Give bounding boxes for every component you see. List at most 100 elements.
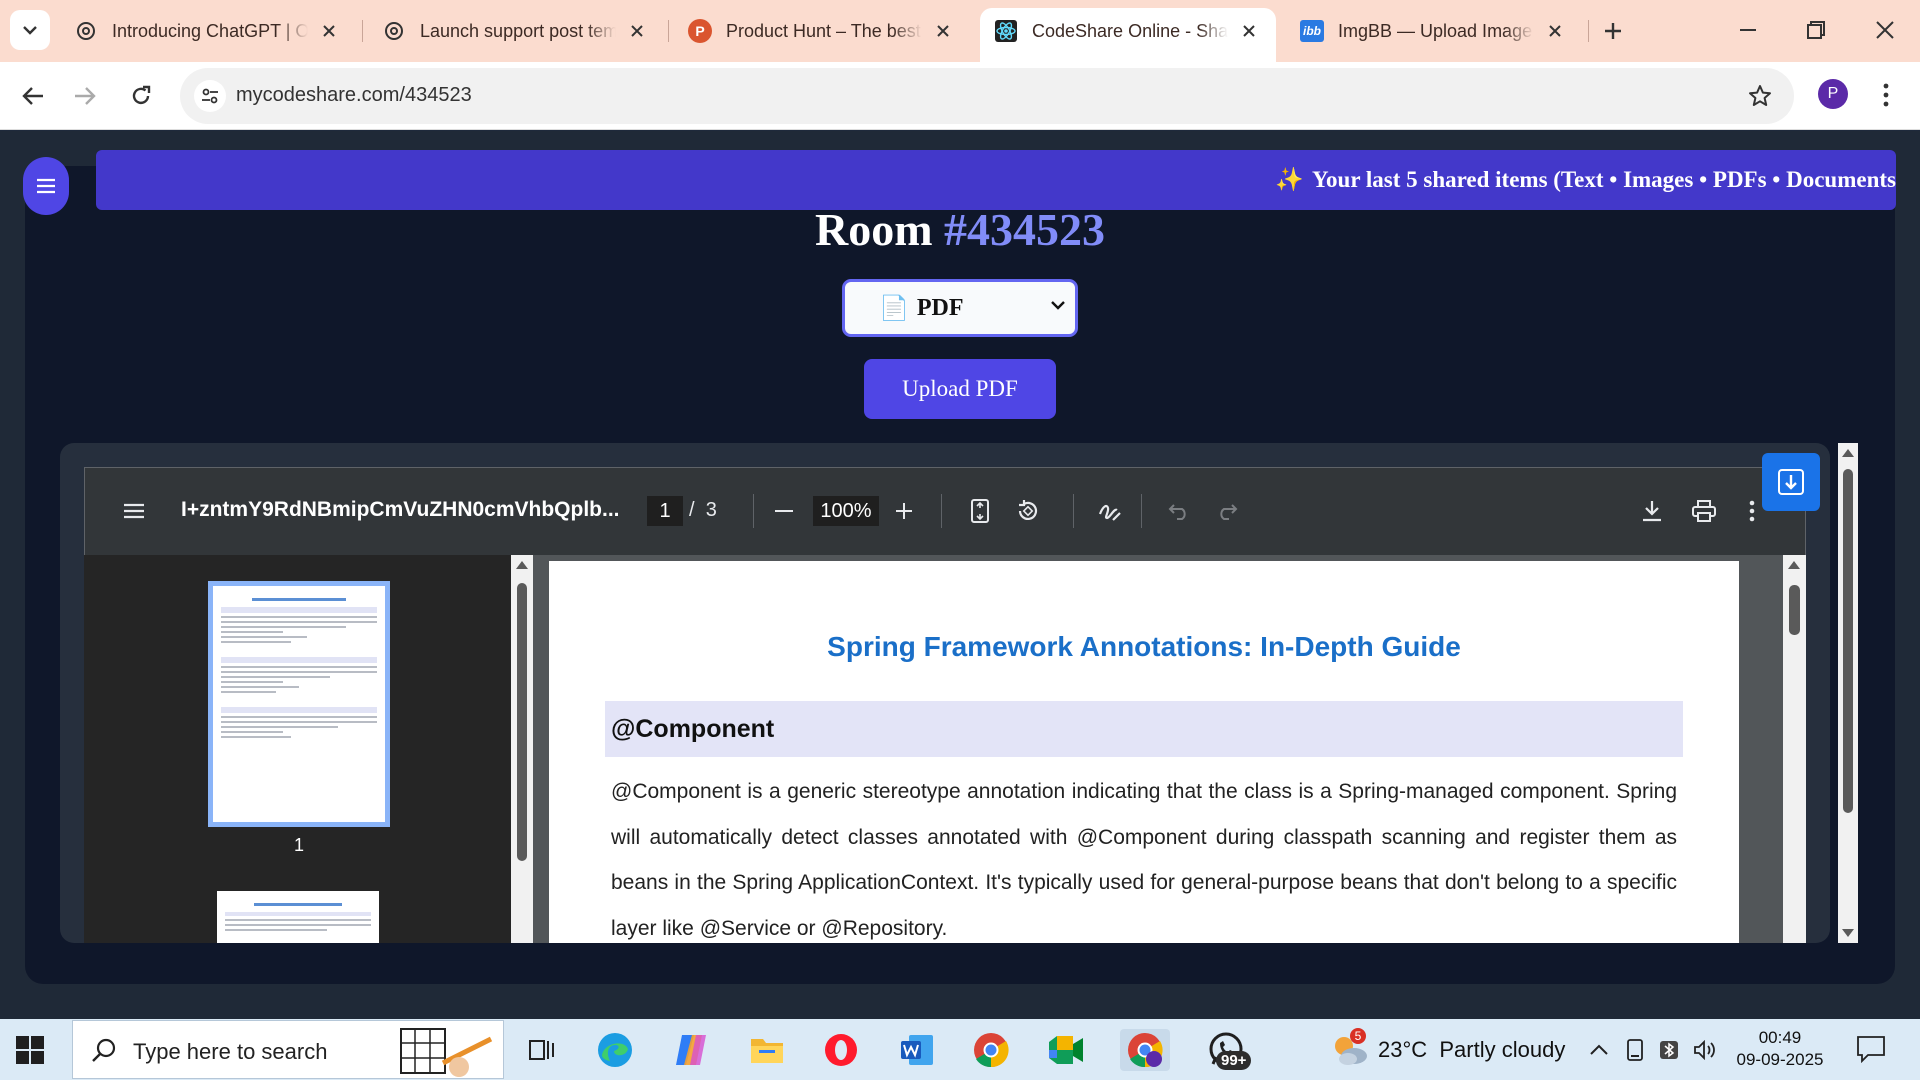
zoom-input[interactable]: 100% <box>813 496 879 526</box>
meet-app[interactable] <box>1045 1029 1087 1071</box>
windows-logo-icon <box>16 1036 44 1064</box>
scrollbar-thumb[interactable] <box>517 583 527 861</box>
tray-overflow-button[interactable] <box>1586 1037 1612 1063</box>
pdf-sidebar-toggle[interactable] <box>119 496 149 526</box>
profile-avatar[interactable]: P <box>1818 79 1848 109</box>
sidebar-scrollbar[interactable] <box>511 555 533 943</box>
browser-menu-button[interactable] <box>1876 78 1896 112</box>
edge-app[interactable] <box>594 1029 636 1071</box>
address-bar[interactable]: mycodeshare.com/434523 <box>180 68 1794 124</box>
fit-page-button[interactable] <box>967 496 993 526</box>
weather-alert-badge: 5 <box>1350 1028 1366 1044</box>
rotate-button[interactable] <box>1013 496 1043 526</box>
redo-button[interactable] <box>1213 496 1241 526</box>
chrome-app[interactable] <box>970 1029 1012 1071</box>
back-button[interactable] <box>14 77 52 115</box>
section-heading-text: @Component <box>611 715 775 743</box>
upload-pdf-button[interactable]: Upload PDF <box>864 359 1056 419</box>
page-scrollbar[interactable] <box>1783 555 1806 943</box>
annotate-button[interactable] <box>1095 496 1125 526</box>
notification-center-button[interactable] <box>1856 1035 1886 1064</box>
tab-imgbb[interactable]: ibb ImgBB — Upload Image <box>1286 8 1582 54</box>
close-window-button[interactable] <box>1862 10 1908 50</box>
system-clock[interactable]: 00:49 09-09-2025 <box>1736 1027 1824 1071</box>
print-button[interactable] <box>1689 496 1719 526</box>
hamburger-icon <box>37 178 55 194</box>
minus-icon <box>775 510 793 512</box>
tab-codeshare[interactable]: CodeShare Online - Share code <box>980 8 1276 62</box>
undo-button[interactable] <box>1165 496 1193 526</box>
pdf-more-button[interactable] <box>1745 496 1759 526</box>
close-icon[interactable] <box>318 20 340 42</box>
page-thumbnail-2[interactable] <box>217 891 379 943</box>
minimize-button[interactable] <box>1725 10 1771 50</box>
pdf-download-button[interactable] <box>1637 496 1667 526</box>
undo-icon <box>1168 504 1186 520</box>
bookmark-star-icon[interactable] <box>1746 82 1774 110</box>
section-heading: @Component <box>605 701 1683 757</box>
room-number: #434523 <box>944 204 1106 255</box>
scroll-down-icon <box>1842 929 1854 937</box>
zoom-out-button[interactable] <box>771 496 797 526</box>
bluetooth-tray-icon[interactable] <box>1656 1037 1682 1063</box>
content-type-select[interactable]: 📄 PDF <box>842 279 1078 337</box>
word-app[interactable] <box>896 1029 938 1071</box>
forward-button[interactable] <box>66 77 104 115</box>
chrome-profile-app[interactable] <box>1120 1029 1170 1071</box>
clock-date: 09-09-2025 <box>1736 1050 1824 1069</box>
openai-icon <box>74 19 98 43</box>
reload-icon <box>132 85 151 105</box>
edge-icon <box>598 1033 632 1067</box>
close-icon[interactable] <box>1238 20 1260 42</box>
whatsapp-app[interactable]: 99+ <box>1198 1029 1254 1071</box>
download-icon <box>1643 501 1661 522</box>
printer-icon <box>1692 500 1716 522</box>
viewer-frame-scrollbar[interactable] <box>1838 443 1858 943</box>
scroll-up-icon <box>1788 561 1800 569</box>
start-button[interactable] <box>12 1033 48 1067</box>
tab-launch-support[interactable]: Launch support post template <box>368 8 664 54</box>
close-icon[interactable] <box>1544 20 1566 42</box>
restore-button[interactable] <box>1793 10 1839 50</box>
tab-title: ImgBB — Upload Image <box>1338 20 1533 41</box>
react-icon <box>994 19 1018 43</box>
document-title: Spring Framework Annotations: In-Depth G… <box>827 631 1461 662</box>
imgbb-logo: ibb <box>1300 20 1324 42</box>
floating-download-button[interactable] <box>1762 453 1820 511</box>
file-explorer-app[interactable] <box>746 1029 788 1071</box>
zoom-in-button[interactable] <box>891 496 917 526</box>
opera-app[interactable] <box>820 1029 862 1071</box>
weather-widget[interactable]: 5 23°C Partly cloudy <box>1330 1028 1566 1071</box>
weather-text: 23°C Partly cloudy <box>1378 1037 1566 1062</box>
recent-items-banner[interactable]: ✨ Your last 5 shared items (Text • Images… <box>96 150 1896 210</box>
notification-icon <box>1857 1036 1885 1064</box>
new-tab-button[interactable] <box>1596 14 1630 48</box>
tab-product-hunt[interactable]: P Product Hunt – The best new products <box>674 8 970 54</box>
tab-title: CodeShare Online - Share code <box>1032 20 1228 41</box>
url-text: mycodeshare.com/434523 <box>236 84 472 106</box>
page-thumbnail-1[interactable] <box>208 581 390 827</box>
arrow-right-icon <box>75 87 96 105</box>
reload-button[interactable] <box>122 77 160 115</box>
tab-title: Introducing ChatGPT | OpenAI <box>112 20 308 41</box>
search-icon <box>92 1038 116 1062</box>
tab-chatgpt[interactable]: Introducing ChatGPT | OpenAI <box>60 8 356 54</box>
scrollbar-thumb[interactable] <box>1843 469 1853 813</box>
volume-tray-icon[interactable] <box>1692 1037 1718 1063</box>
page-number-input[interactable]: 1 <box>647 496 683 526</box>
task-view-button[interactable] <box>522 1029 564 1071</box>
device-tray-icon[interactable] <box>1622 1037 1648 1063</box>
chrome-icon <box>1128 1033 1163 1068</box>
tab-search-button[interactable] <box>10 10 50 50</box>
close-icon[interactable] <box>626 20 648 42</box>
browser-toolbar: mycodeshare.com/434523 P <box>0 62 1920 130</box>
page-separator: / <box>689 499 695 521</box>
site-info-icon[interactable] <box>194 80 226 112</box>
sparkles-icon: ✨ <box>1275 167 1304 192</box>
scrollbar-thumb[interactable] <box>1789 585 1800 635</box>
close-icon[interactable] <box>932 20 954 42</box>
copilot-app[interactable] <box>670 1029 712 1071</box>
hamburger-icon <box>124 503 144 519</box>
taskbar-search[interactable]: Type here to search <box>72 1020 504 1079</box>
folder-icon <box>751 1039 783 1063</box>
